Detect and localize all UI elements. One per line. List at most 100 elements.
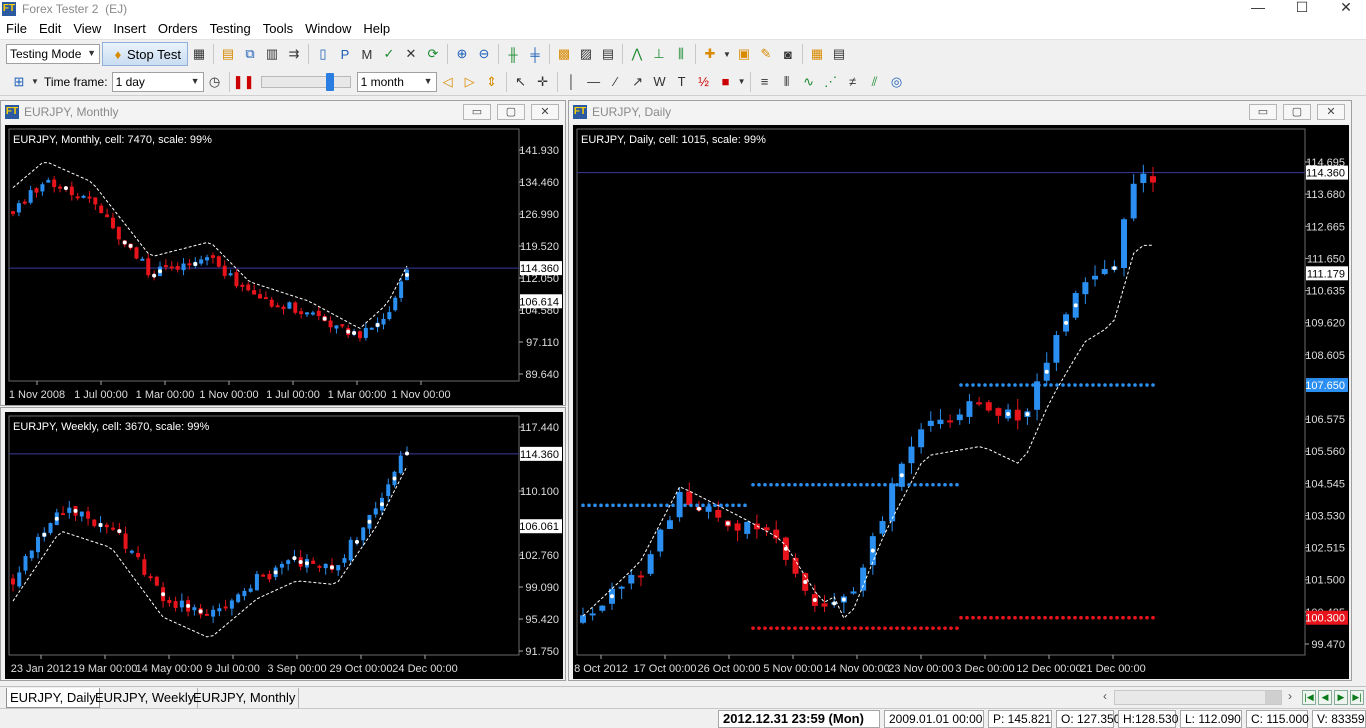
menu-insert[interactable]: Insert	[107, 19, 152, 39]
close-icon[interactable]: ✕	[531, 104, 559, 120]
check-icon[interactable]: ✓	[379, 44, 399, 64]
date-tick-label: 1 Nov 00:00	[391, 389, 450, 401]
support-level-dot	[1097, 615, 1101, 620]
refresh-icon[interactable]: ⟳	[423, 44, 443, 64]
minimize-icon[interactable]: —	[1238, 0, 1278, 18]
copy-icon[interactable]: ⧉	[240, 44, 260, 64]
channel-icon[interactable]: ≠	[843, 72, 863, 92]
bar-chart-icon[interactable]: ╫	[503, 44, 523, 64]
zoom-in-icon[interactable]: ⊕	[452, 44, 472, 64]
minimize-icon[interactable]: ▭	[463, 104, 491, 120]
scroll-right-icon[interactable]: ›	[1288, 689, 1292, 703]
text-icon[interactable]: T	[672, 72, 692, 92]
horizontal-line-icon[interactable]: —	[584, 72, 604, 92]
pause-icon[interactable]: ❚❚	[233, 72, 255, 92]
import-icon[interactable]: ⇉	[284, 44, 304, 64]
stop-test-button[interactable]: ♦ Stop Test	[102, 42, 188, 66]
templates-icon[interactable]: ▣	[734, 44, 754, 64]
cursor-icon[interactable]: ↖	[511, 72, 531, 92]
timeframe-select[interactable]: 1 day ▼	[111, 71, 204, 92]
monthly-chart[interactable]: EURJPY, Monthly, cell: 7470, scale: 99% 1…	[5, 125, 563, 405]
camera-icon[interactable]: ◙	[778, 44, 798, 64]
tile-windows-icon[interactable]: ▦	[807, 44, 827, 64]
dropdown-arrow-icon[interactable]: ▼	[722, 44, 732, 64]
tab-daily[interactable]: EURJPY, Daily	[6, 688, 100, 708]
minimize-icon[interactable]: ▭	[1249, 104, 1277, 120]
candle-body	[46, 180, 51, 183]
candle-body	[58, 186, 63, 189]
fibonacci-icon[interactable]: ½	[694, 72, 714, 92]
menu-view[interactable]: View	[67, 19, 107, 39]
cascade-windows-icon[interactable]: ▤	[829, 44, 849, 64]
horizontal-lines-icon[interactable]: ≡	[755, 72, 775, 92]
properties-icon[interactable]: ▤	[598, 44, 618, 64]
daily-chart-canvas[interactable]: EURJPY, Daily, cell: 1015, scale: 99% 114…	[573, 125, 1349, 679]
candle-chart-icon[interactable]: ╪	[525, 44, 545, 64]
shapes-icon[interactable]: ■	[716, 72, 736, 92]
parallel-lines-icon[interactable]: ⫽	[865, 72, 885, 92]
menu-window[interactable]: Window	[299, 19, 357, 39]
clock-icon[interactable]: ◷	[205, 72, 225, 92]
crosshair-icon[interactable]: ✛	[533, 72, 553, 92]
regression-icon[interactable]: ∿	[799, 72, 819, 92]
ray-icon[interactable]: ↗	[628, 72, 648, 92]
tab-monthly[interactable]: EURJPY, Monthly	[190, 688, 300, 708]
speed-slider-knob[interactable]	[325, 72, 334, 91]
scroll-left-icon[interactable]: ‹	[1103, 689, 1107, 703]
template-icon[interactable]: M	[357, 44, 377, 64]
weekly-chart-canvas[interactable]: EURJPY, Weekly, cell: 3670, scale: 99% 11…	[5, 412, 563, 679]
price-tick-label: 101.500	[1305, 575, 1345, 587]
timeframe-icon[interactable]: ⊞	[9, 72, 29, 92]
fan-icon[interactable]: ⋰	[821, 72, 841, 92]
menu-testing[interactable]: Testing	[204, 19, 257, 39]
menu-orders[interactable]: Orders	[152, 19, 204, 39]
menu-tools[interactable]: Tools	[257, 19, 299, 39]
new-document-icon[interactable]: ▯	[313, 44, 333, 64]
trend-line-icon[interactable]: ⁄	[606, 72, 626, 92]
candlestick-icon[interactable]: ⫼	[671, 44, 691, 64]
wave-icon[interactable]: W	[650, 72, 670, 92]
last-bar-icon[interactable]: ▶|	[1350, 690, 1364, 705]
maximize-icon[interactable]: ▢	[1283, 104, 1311, 120]
step-back-icon[interactable]: ◁	[438, 72, 458, 92]
monthly-chart-canvas[interactable]: EURJPY, Monthly, cell: 7470, scale: 99% 1…	[5, 125, 563, 405]
jump-period-select[interactable]: 1 month ▼	[356, 71, 437, 92]
weekly-chart[interactable]: EURJPY, Weekly, cell: 3670, scale: 99% 11…	[5, 412, 563, 679]
horizontal-scrollbar[interactable]	[1114, 690, 1282, 705]
next-bar-icon[interactable]: ▶	[1334, 690, 1348, 705]
ohlc-chart-icon[interactable]: ⊥	[649, 44, 669, 64]
menu-help[interactable]: Help	[357, 19, 396, 39]
line-chart-icon[interactable]: ⋀	[627, 44, 647, 64]
magnet-icon[interactable]: ◎	[887, 72, 907, 92]
strategy-icon[interactable]: ▦	[189, 44, 209, 64]
chart-shift-icon[interactable]: ▨	[576, 44, 596, 64]
chevron-down-icon[interactable]: ▼	[31, 72, 39, 92]
first-bar-icon[interactable]: |◀	[1302, 690, 1316, 705]
brush-icon[interactable]: ✎	[756, 44, 776, 64]
zoom-out-icon[interactable]: ⊖	[474, 44, 494, 64]
menu-file[interactable]: File	[0, 19, 33, 39]
open-folder-icon[interactable]: ▤	[218, 44, 238, 64]
profile-icon[interactable]: P	[335, 44, 355, 64]
data-center-icon[interactable]: ▥	[262, 44, 282, 64]
delete-icon[interactable]: ✕	[401, 44, 421, 64]
maximize-icon[interactable]: ▢	[497, 104, 525, 120]
grid-icon[interactable]: ▩	[554, 44, 574, 64]
close-icon[interactable]: ✕	[1326, 0, 1366, 18]
scrollbar-thumb[interactable]	[1265, 691, 1281, 704]
support-level-dot	[677, 503, 681, 508]
speed-slider[interactable]	[260, 72, 351, 91]
menu-edit[interactable]: Edit	[33, 19, 67, 39]
close-icon[interactable]: ✕	[1317, 104, 1345, 120]
daily-chart[interactable]: EURJPY, Daily, cell: 1015, scale: 99% 114…	[573, 125, 1349, 679]
add-indicator-icon[interactable]: ✚	[700, 44, 720, 64]
chevron-down-icon[interactable]: ▼	[738, 72, 746, 92]
step-forward-icon[interactable]: ▷	[460, 72, 480, 92]
tab-weekly[interactable]: EURJPY, Weekly	[92, 688, 199, 708]
prev-bar-icon[interactable]: ◀	[1318, 690, 1332, 705]
maximize-icon[interactable]: ☐	[1282, 0, 1322, 18]
jump-icon[interactable]: ⇕	[482, 72, 502, 92]
vertical-line-icon[interactable]: │	[562, 72, 582, 92]
testing-mode-select[interactable]: Testing Mode ▼	[6, 44, 100, 64]
vertical-lines-icon[interactable]: ⦀	[777, 72, 797, 92]
